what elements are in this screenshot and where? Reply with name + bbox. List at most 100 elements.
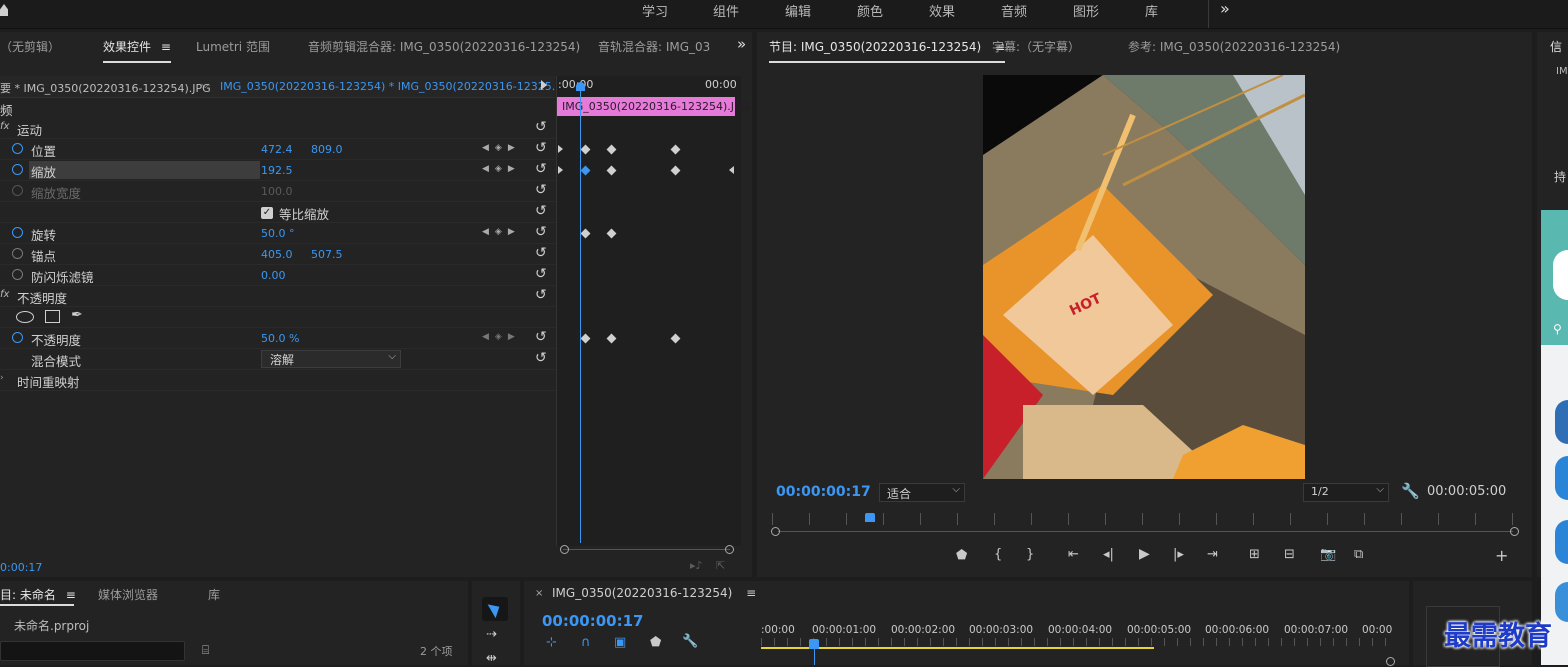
search-icon[interactable]: ⚲ (1553, 322, 1562, 336)
scroll-handle-left[interactable] (560, 545, 569, 554)
keyframe-nav[interactable]: ◀◈▶ (482, 332, 521, 342)
scroll-handle-right[interactable] (725, 545, 734, 554)
contact-avatar[interactable] (1555, 400, 1568, 444)
panel-menu-icon[interactable]: ≡ (746, 586, 756, 600)
new-bin-icon[interactable]: ⌸ (202, 643, 209, 658)
play-audio-icon[interactable]: ▸♪ (690, 559, 703, 572)
scale-value[interactable]: 192.5 (261, 164, 293, 177)
mark-out-icon[interactable]: } (1026, 547, 1034, 562)
tab-libraries[interactable]: 库 (208, 586, 220, 603)
workspace-libraries[interactable]: 库 (1145, 1, 1158, 20)
timeline-settings-wrench-icon[interactable]: 🔧 (682, 634, 698, 649)
tab-captions[interactable]: 字幕:（无字幕） (992, 38, 1080, 55)
info-tab[interactable]: 信 (1550, 38, 1562, 55)
work-area-bar[interactable] (761, 647, 1154, 649)
workspace-color[interactable]: 颜色 (857, 1, 883, 20)
project-search-input[interactable] (0, 641, 185, 661)
anchor-x-value[interactable]: 405.0 (261, 248, 293, 261)
stopwatch-icon[interactable] (12, 269, 23, 280)
tab-project[interactable]: 目: 未命名 ≡ (0, 586, 76, 603)
tab-audio-clip-mixer[interactable]: 音频剪辑混合器: IMG_0350(20220316-123254) (308, 38, 580, 55)
wrench-icon[interactable]: 🔧 (1401, 482, 1420, 500)
mini-playhead-handle[interactable] (576, 82, 585, 91)
contact-avatar[interactable] (1555, 582, 1568, 622)
stopwatch-icon[interactable] (12, 227, 23, 238)
step-forward-icon[interactable]: |▸ (1173, 547, 1184, 562)
scroll-handle-right[interactable] (1510, 527, 1519, 536)
tab-audio-track-mixer[interactable]: 音轨混合器: IMG_03 (598, 38, 710, 55)
tab-source-no-clip[interactable]: （无剪辑） (0, 38, 60, 55)
pen-mask-icon[interactable]: ✒ (71, 307, 83, 323)
export-icon[interactable]: ⇱ (716, 559, 725, 572)
ellipse-mask-icon[interactable] (16, 311, 34, 323)
play-icon[interactable]: ▶ (1139, 546, 1150, 562)
panel-more-icon[interactable]: » (737, 35, 746, 53)
add-edit-icon[interactable]: ▣ (614, 635, 626, 650)
lift-icon[interactable]: ⊞ (1249, 547, 1260, 562)
workspace-edit[interactable]: 编辑 (785, 1, 811, 20)
program-timecode[interactable]: 00:00:00:17 (776, 484, 871, 500)
opacity-value[interactable]: 50.0 % (261, 332, 299, 345)
anchor-y-value[interactable]: 507.5 (311, 248, 343, 261)
position-x-value[interactable]: 472.4 (261, 143, 293, 156)
keyframe-nav[interactable]: ◀◈▶ (482, 227, 521, 237)
stopwatch-icon[interactable] (12, 332, 23, 343)
reset-icon[interactable]: ↺ (535, 266, 547, 282)
blend-mode-dropdown[interactable]: 溶解 ⌵ (261, 350, 401, 368)
reset-icon[interactable]: ↺ (535, 350, 547, 366)
uniform-scale-checkbox[interactable]: ✓ (261, 207, 273, 219)
stopwatch-icon[interactable] (12, 143, 23, 154)
panel-menu-icon[interactable]: ≡ (66, 588, 76, 602)
resolution-dropdown[interactable]: 1/2 ⌵ (1303, 483, 1389, 502)
track-select-tool-icon[interactable]: ⇢ (486, 627, 497, 642)
tab-reference[interactable]: 参考: IMG_0350(20220316-123254) (1128, 38, 1340, 55)
program-scrubber-ruler[interactable] (772, 513, 1514, 525)
tab-lumetri-scopes[interactable]: Lumetri 范围 (196, 38, 270, 55)
camera-icon[interactable]: 📷 (1320, 547, 1336, 562)
step-back-icon[interactable]: ◂| (1103, 547, 1114, 562)
reset-icon[interactable]: ↺ (535, 140, 547, 156)
close-icon[interactable]: × (535, 588, 543, 599)
linked-selection-icon[interactable]: ∩ (581, 635, 591, 650)
timeline-ruler-ticks[interactable] (761, 638, 1387, 646)
add-marker-icon[interactable]: ⬟ (956, 548, 967, 563)
reset-icon[interactable]: ↺ (535, 287, 547, 303)
sequence-dropdown[interactable]: ⌵ IMG_0350(20220316-123254) * IMG_0350(2… (199, 78, 562, 95)
rectangle-mask-icon[interactable] (45, 310, 60, 323)
motion-row[interactable]: fx 运动 ↺ (0, 118, 555, 139)
reset-icon[interactable]: ↺ (535, 329, 547, 345)
rotation-value[interactable]: 50.0 ° (261, 227, 295, 240)
program-scrollbar[interactable] (778, 531, 1513, 532)
ripple-edit-tool-icon[interactable]: ⇹ (486, 651, 497, 666)
workspace-assembly[interactable]: 组件 (713, 1, 739, 20)
tab-sequence[interactable]: IMG_0350(20220316-123254) ≡ (552, 586, 756, 600)
stopwatch-icon[interactable] (12, 164, 23, 175)
play-only-clip-icon[interactable] (541, 80, 547, 90)
stopwatch-icon[interactable] (12, 248, 23, 259)
anti-flicker-value[interactable]: 0.00 (261, 269, 286, 282)
go-to-out-icon[interactable]: ⇥ (1207, 547, 1218, 562)
contact-avatar[interactable] (1555, 456, 1568, 500)
panel-menu-icon[interactable]: ≡ (161, 40, 171, 54)
reset-icon[interactable]: ↺ (535, 182, 547, 198)
comparison-view-icon[interactable]: ⧉ (1354, 547, 1363, 562)
clip-bar[interactable]: IMG_0350(20220316-123254).JPG (557, 97, 749, 116)
reset-icon[interactable]: ↺ (535, 161, 547, 177)
fit-dropdown[interactable]: 适合 ⌵ (879, 483, 965, 502)
scroll-handle-left[interactable] (771, 527, 780, 536)
workspace-audio[interactable]: 音频 (1001, 1, 1027, 20)
position-y-value[interactable]: 809.0 (311, 143, 343, 156)
mini-timeline-scrollbar[interactable] (563, 549, 730, 550)
workspace-learn[interactable]: 学习 (642, 1, 668, 20)
contact-avatar[interactable] (1555, 520, 1568, 564)
add-button-icon[interactable]: + (1495, 546, 1508, 565)
extract-icon[interactable]: ⊟ (1284, 547, 1295, 562)
tab-program[interactable]: 节目: IMG_0350(20220316-123254) ≡ (769, 38, 1006, 63)
workspace-effects[interactable]: 效果 (929, 1, 955, 20)
workspace-graphics[interactable]: 图形 (1073, 1, 1099, 20)
mark-in-icon[interactable]: { (994, 547, 1002, 562)
program-playhead-handle[interactable] (865, 513, 875, 522)
go-to-in-icon[interactable]: ⇤ (1068, 547, 1079, 562)
time-remap-row[interactable]: › 时间重映射 (0, 370, 555, 391)
timeline-timecode[interactable]: 00:00:00:17 (542, 612, 644, 630)
